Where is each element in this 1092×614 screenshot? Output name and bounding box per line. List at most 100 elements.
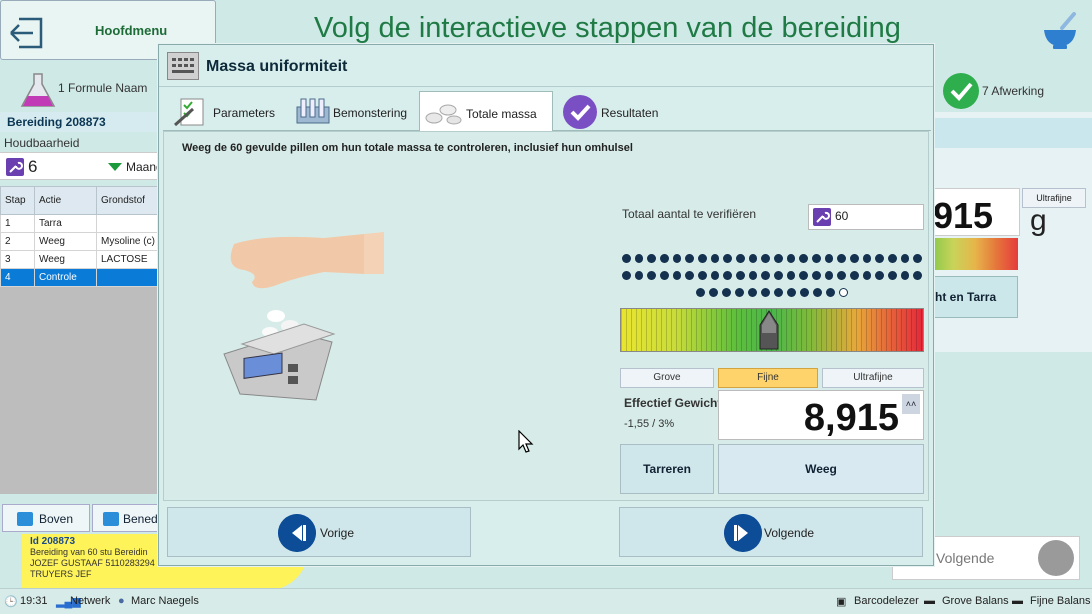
weight-gauge bbox=[620, 308, 924, 352]
pill-dot-done bbox=[850, 271, 859, 280]
pill-dot-done bbox=[659, 271, 669, 280]
cell-step: 4 bbox=[0, 268, 35, 287]
coarse-balance[interactable]: Grove Balans bbox=[942, 595, 1009, 607]
pill-dot-done bbox=[812, 271, 821, 280]
cell-step: 2 bbox=[0, 232, 35, 251]
balance-unit: g bbox=[1030, 204, 1047, 237]
cell-ingredient: Mysoline (c) bbox=[96, 232, 160, 251]
mass-uniformity-dialog: Massa uniformiteit Parameters Bemonsteri… bbox=[158, 44, 934, 566]
step-formula-label[interactable]: 1 Formule Naam bbox=[58, 81, 147, 95]
tare-button[interactable]: Tarreren bbox=[620, 444, 714, 494]
pill-dot-done bbox=[761, 254, 770, 263]
mode-ultra-fine-button[interactable]: Ultrafijne bbox=[822, 368, 924, 388]
previous-icon bbox=[278, 514, 316, 552]
pill-dot-done bbox=[710, 254, 720, 263]
back-arrow-icon bbox=[10, 17, 43, 49]
arrow-up-icon bbox=[17, 512, 33, 526]
balance-panel-header bbox=[932, 118, 1092, 148]
balance-gauge bbox=[932, 238, 1018, 270]
next-circle-icon[interactable] bbox=[1038, 540, 1074, 576]
weigh-button[interactable]: Weeg bbox=[718, 444, 924, 494]
table-row[interactable]: 2 Weeg Mysoline (c) bbox=[0, 232, 160, 251]
pill-dot-done bbox=[697, 254, 707, 263]
pill-dot-done bbox=[862, 271, 872, 280]
balance-panel: 915 Ultrafijne g ht en Tarra bbox=[932, 112, 1092, 352]
pill-dot-done bbox=[862, 254, 872, 263]
wrench-icon[interactable] bbox=[6, 158, 24, 176]
dropdown-arrow-icon[interactable] bbox=[108, 163, 122, 171]
pill-dot-done bbox=[824, 254, 834, 263]
table-row[interactable]: 3 Weeg LACTOSE bbox=[0, 250, 160, 269]
pill-dot-done bbox=[685, 271, 694, 280]
tab-sampling[interactable]: Bemonstering bbox=[291, 91, 415, 131]
keyboard-icon bbox=[167, 52, 199, 80]
previous-label: Vorige bbox=[320, 526, 355, 540]
previous-button[interactable]: Vorige bbox=[167, 507, 471, 557]
cell-action: Weeg bbox=[34, 232, 97, 251]
pill-dot-done bbox=[722, 288, 731, 297]
table-row-selected[interactable]: 4 Controle bbox=[0, 268, 160, 287]
note-line: TRUYERS JEF bbox=[30, 569, 92, 579]
network-status: Netwerk bbox=[70, 595, 111, 607]
effective-weight-label: Effectief Gewicht bbox=[624, 396, 720, 410]
status-bar: 🕒 19:31 ▂▄▆ Netwerk ● Marc Naegels ▣ Bar… bbox=[0, 588, 1092, 614]
verify-count-label: Totaal aantal te verifiëren bbox=[622, 207, 757, 221]
mode-fine-button[interactable]: Fijne bbox=[718, 368, 818, 388]
verify-count-value: 60 bbox=[835, 209, 849, 223]
shelf-life-field[interactable]: 6 Maand bbox=[0, 152, 163, 180]
next-label: Volgende bbox=[764, 526, 815, 540]
pill-dot-done bbox=[774, 271, 783, 280]
next-button[interactable]: Volgende bbox=[619, 507, 923, 557]
dots-row bbox=[621, 267, 923, 284]
mode-coarse-button[interactable]: Grove bbox=[620, 368, 714, 388]
pill-dot-done bbox=[659, 254, 669, 263]
weight-display: 8,915 ˄˄ bbox=[718, 390, 924, 440]
gauge-pointer-icon bbox=[759, 310, 779, 350]
pill-progress-dots bbox=[621, 250, 923, 301]
user-icon: ● bbox=[118, 595, 125, 607]
total-mass-panel: Weeg de 60 gevulde pillen om hun totale … bbox=[163, 131, 929, 501]
cell-ingredient: LACTOSE bbox=[96, 250, 160, 269]
test-tubes-icon bbox=[296, 98, 330, 124]
pill-dot-done bbox=[697, 271, 707, 280]
pill-dot-done bbox=[787, 288, 796, 297]
pill-dot-done bbox=[634, 271, 644, 280]
pill-dot-done bbox=[748, 254, 758, 263]
tab-total-mass[interactable]: Totale massa bbox=[419, 91, 553, 132]
table-row[interactable]: 1 Tarra bbox=[0, 214, 160, 233]
tab-label: Bemonstering bbox=[333, 106, 408, 120]
dialog-footer: Vorige Volgende bbox=[163, 503, 929, 565]
pill-dot-done bbox=[735, 288, 744, 297]
weigh-and-tare-button[interactable]: ht en Tarra bbox=[932, 276, 1018, 318]
pill-dot-done bbox=[888, 254, 897, 263]
dots-row bbox=[622, 284, 922, 301]
pill-dot-done bbox=[799, 254, 809, 263]
pill-dot-done bbox=[900, 254, 910, 263]
pill-dot-done bbox=[826, 288, 835, 297]
tab-label: Resultaten bbox=[601, 106, 659, 120]
pill-dot-done bbox=[913, 254, 923, 263]
tab-parameters[interactable]: Parameters bbox=[167, 91, 287, 131]
tab-label: Totale massa bbox=[466, 107, 537, 121]
shelf-life-label: Houdbaarheid bbox=[4, 136, 80, 150]
chevron-up-icon[interactable]: ˄˄ bbox=[902, 394, 920, 414]
step-finish-label[interactable]: 7 Afwerking bbox=[982, 84, 1044, 98]
fine-balance[interactable]: Fijne Balans bbox=[1030, 595, 1091, 607]
arrow-down-icon bbox=[103, 512, 119, 526]
main-menu-label: Hoofdmenu bbox=[95, 23, 168, 38]
tab-results[interactable]: Resultaten bbox=[557, 91, 667, 131]
mortar-pestle-icon bbox=[1044, 12, 1076, 49]
column-header-step: Stap bbox=[0, 186, 35, 215]
move-down-button[interactable]: Bened bbox=[92, 504, 160, 532]
column-header-ingredient: Grondstof bbox=[96, 186, 160, 215]
move-up-button[interactable]: Boven bbox=[2, 504, 90, 532]
user-name: Marc Naegels bbox=[131, 595, 199, 607]
barcode-scanner[interactable]: Barcodelezer bbox=[854, 595, 919, 607]
wrench-icon[interactable] bbox=[813, 208, 831, 226]
cell-action: Weeg bbox=[34, 250, 97, 269]
verify-count-field[interactable]: 60 bbox=[808, 204, 924, 230]
dialog-title: Massa uniformiteit bbox=[206, 58, 348, 75]
pill-dot-done bbox=[813, 288, 822, 297]
cell-step: 1 bbox=[0, 214, 35, 233]
pill-dot-done bbox=[748, 288, 757, 297]
